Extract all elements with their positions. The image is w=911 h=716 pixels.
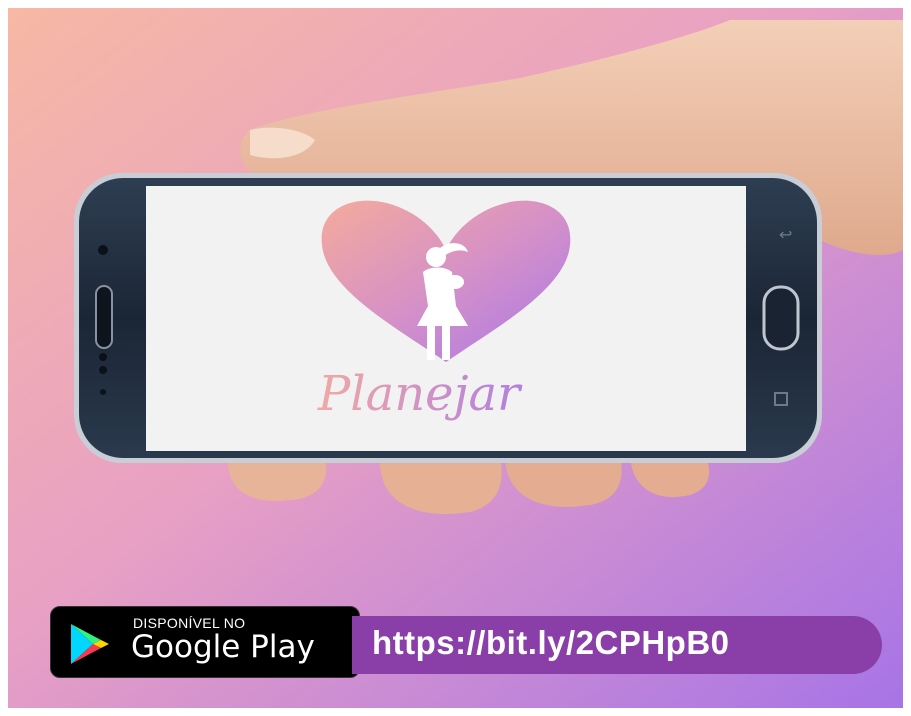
url-banner[interactable]: https://bit.ly/2CPHpB0 xyxy=(352,616,882,674)
google-play-icon xyxy=(71,624,109,664)
google-play-badge[interactable]: DISPONÍVEL NO Google Play xyxy=(50,606,360,678)
phone-home-button xyxy=(762,285,800,351)
download-link[interactable]: https://bit.ly/2CPHpB0 xyxy=(372,624,730,662)
app-name: Planejar xyxy=(317,366,523,422)
back-icon: ↩ xyxy=(779,225,792,244)
phone-speaker xyxy=(95,285,113,349)
store-big-label: Google Play xyxy=(131,629,315,665)
phone-camera xyxy=(98,245,108,255)
